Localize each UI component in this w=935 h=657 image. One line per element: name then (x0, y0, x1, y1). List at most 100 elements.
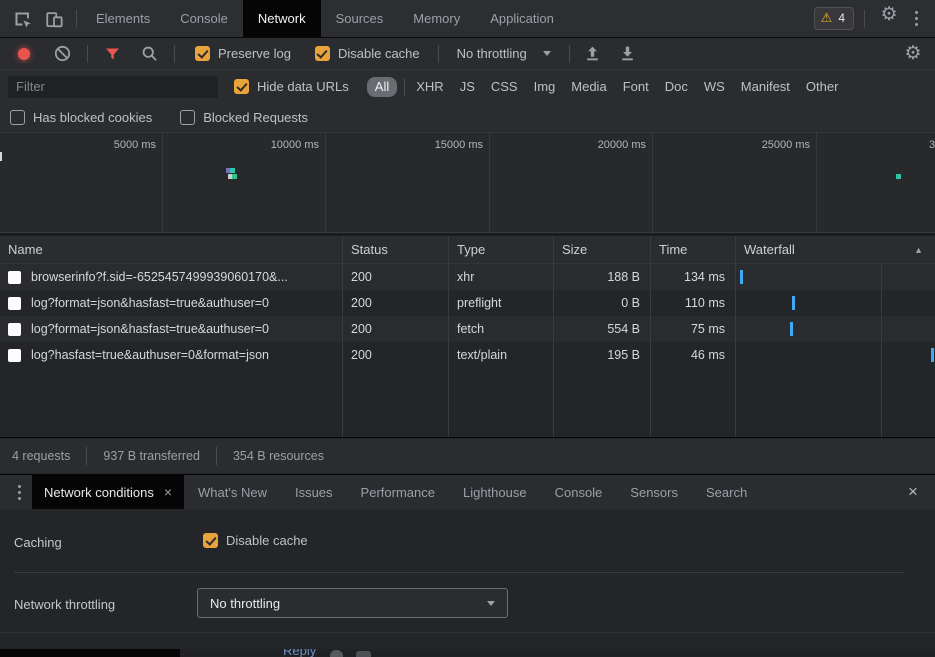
throttling-value: No throttling (457, 46, 527, 61)
page-behind-reply-button[interactable]: Reply (283, 649, 316, 657)
request-time: 75 ms (650, 316, 735, 342)
table-row[interactable]: log?hasfast=true&authuser=0&format=json … (0, 342, 935, 368)
hide-data-urls-checkbox[interactable]: Hide data URLs (234, 79, 349, 94)
export-har-button[interactable] (619, 45, 636, 62)
table-row[interactable]: log?format=json&hasfast=true&authuser=0 … (0, 316, 935, 342)
network-overview-timeline[interactable]: 5000 ms 10000 ms 15000 ms 20000 ms 25000… (0, 133, 935, 233)
tab-elements[interactable]: Elements (81, 0, 165, 37)
record-network-log-button[interactable] (18, 48, 30, 60)
devtools-top-bar: Elements Console Network Sources Memory … (0, 0, 935, 38)
column-header-status[interactable]: Status (342, 236, 448, 263)
settings-button[interactable]: ⚙ (875, 0, 903, 28)
request-name: log?hasfast=true&authuser=0&format=json (31, 348, 269, 362)
import-har-button[interactable] (584, 45, 601, 62)
column-header-size[interactable]: Size (553, 236, 650, 263)
column-header-name[interactable]: Name (0, 236, 342, 263)
separator (569, 45, 570, 63)
request-file-icon (8, 349, 21, 362)
throttling-dropdown[interactable]: No throttling (457, 46, 551, 61)
preserve-log-checkbox[interactable]: Preserve log (195, 46, 291, 61)
search-button[interactable] (141, 45, 158, 62)
checkbox-checked-icon (315, 46, 330, 61)
clear-network-log-button[interactable] (54, 45, 71, 62)
preserve-log-label: Preserve log (218, 46, 291, 61)
column-header-type[interactable]: Type (448, 236, 553, 263)
request-waterfall-cell (735, 342, 935, 368)
drawer-tab-search[interactable]: Search (692, 475, 761, 509)
drawer-tab-sensors[interactable]: Sensors (616, 475, 692, 509)
request-name: log?format=json&hasfast=true&authuser=0 (31, 322, 269, 336)
filter-toggle-button[interactable] (104, 46, 121, 62)
filter-type-all[interactable]: All (367, 77, 397, 97)
filter-type-doc[interactable]: Doc (657, 79, 696, 94)
request-name: log?format=json&hasfast=true&authuser=0 (31, 296, 269, 310)
inspect-element-button[interactable] (8, 5, 36, 33)
filter-type-xhr[interactable]: XHR (408, 79, 451, 94)
close-tab-icon[interactable]: × (164, 484, 172, 500)
blocked-requests-checkbox[interactable]: Blocked Requests (180, 110, 308, 125)
timeline-tick-label: 15000 ms (330, 139, 483, 153)
request-type: fetch (448, 316, 553, 342)
filter-type-manifest[interactable]: Manifest (733, 79, 798, 94)
filter-type-js[interactable]: JS (452, 79, 483, 94)
separator (216, 447, 217, 465)
timeline-request-mark (228, 174, 237, 179)
drawer-more-tools-kebab-icon[interactable] (6, 478, 32, 506)
waterfall-bar (931, 348, 934, 362)
filter-type-font[interactable]: Font (615, 79, 657, 94)
disable-cache-checkbox[interactable]: Disable cache (315, 46, 420, 61)
tab-console[interactable]: Console (165, 0, 243, 37)
more-options-kebab-icon[interactable] (903, 5, 929, 33)
filter-type-media[interactable]: Media (563, 79, 614, 94)
network-throttling-select[interactable]: No throttling (197, 588, 508, 618)
drawer-tab-network-conditions[interactable]: Network conditions × (32, 475, 184, 509)
column-header-time[interactable]: Time (650, 236, 735, 263)
request-type: preflight (448, 290, 553, 316)
request-status: 200 (342, 264, 448, 290)
drawer-tab-whats-new[interactable]: What's New (184, 475, 281, 509)
clear-icon (54, 45, 71, 62)
checkbox-checked-icon (203, 533, 218, 548)
request-type: xhr (448, 264, 553, 290)
drawer-tab-issues[interactable]: Issues (281, 475, 347, 509)
close-drawer-button[interactable]: × (901, 480, 925, 504)
request-file-icon (8, 323, 21, 336)
request-type: text/plain (448, 342, 553, 368)
separator (87, 45, 88, 63)
filter-type-img[interactable]: Img (526, 79, 564, 94)
filter-type-ws[interactable]: WS (696, 79, 733, 94)
drawer-tab-lighthouse[interactable]: Lighthouse (449, 475, 541, 509)
drawer-tab-performance[interactable]: Performance (347, 475, 449, 509)
request-status: 200 (342, 290, 448, 316)
table-row[interactable]: browserinfo?f.sid=-6525457499939060170&.… (0, 264, 935, 290)
has-blocked-cookies-checkbox[interactable]: Has blocked cookies (10, 110, 152, 125)
checkbox-unchecked-icon (10, 110, 25, 125)
download-arrow-icon (619, 45, 636, 62)
requests-table-header: Name Status Type Size Time Waterfall ▲ (0, 236, 935, 264)
tab-application[interactable]: Application (475, 0, 569, 37)
devtools-window: Elements Console Network Sources Memory … (0, 0, 935, 657)
tab-network[interactable]: Network (243, 0, 321, 37)
drawer-disable-cache-checkbox[interactable]: Disable cache (203, 533, 308, 548)
separator (864, 10, 865, 28)
drawer-tab-console[interactable]: Console (541, 475, 617, 509)
column-header-waterfall[interactable]: Waterfall ▲ (735, 236, 935, 263)
filter-input[interactable] (8, 76, 218, 98)
filter-type-other[interactable]: Other (798, 79, 847, 94)
separator (404, 78, 405, 96)
timeline-load-marker (0, 152, 2, 161)
request-time: 134 ms (650, 264, 735, 290)
page-behind-icon (356, 651, 371, 657)
waterfall-gridline (881, 264, 882, 437)
device-toolbar-icon (45, 10, 63, 28)
issues-warning-badge[interactable]: ⚠ 4 (814, 7, 854, 30)
tab-sources[interactable]: Sources (321, 0, 399, 37)
timeline-request-mark (896, 174, 901, 179)
resources-size: 354 B resources (233, 449, 324, 463)
network-settings-button[interactable]: ⚙ (899, 40, 927, 68)
tab-memory[interactable]: Memory (398, 0, 475, 37)
device-toolbar-button[interactable] (40, 5, 68, 33)
filter-type-css[interactable]: CSS (483, 79, 526, 94)
request-size: 0 B (553, 290, 650, 316)
table-empty-area (0, 368, 935, 437)
